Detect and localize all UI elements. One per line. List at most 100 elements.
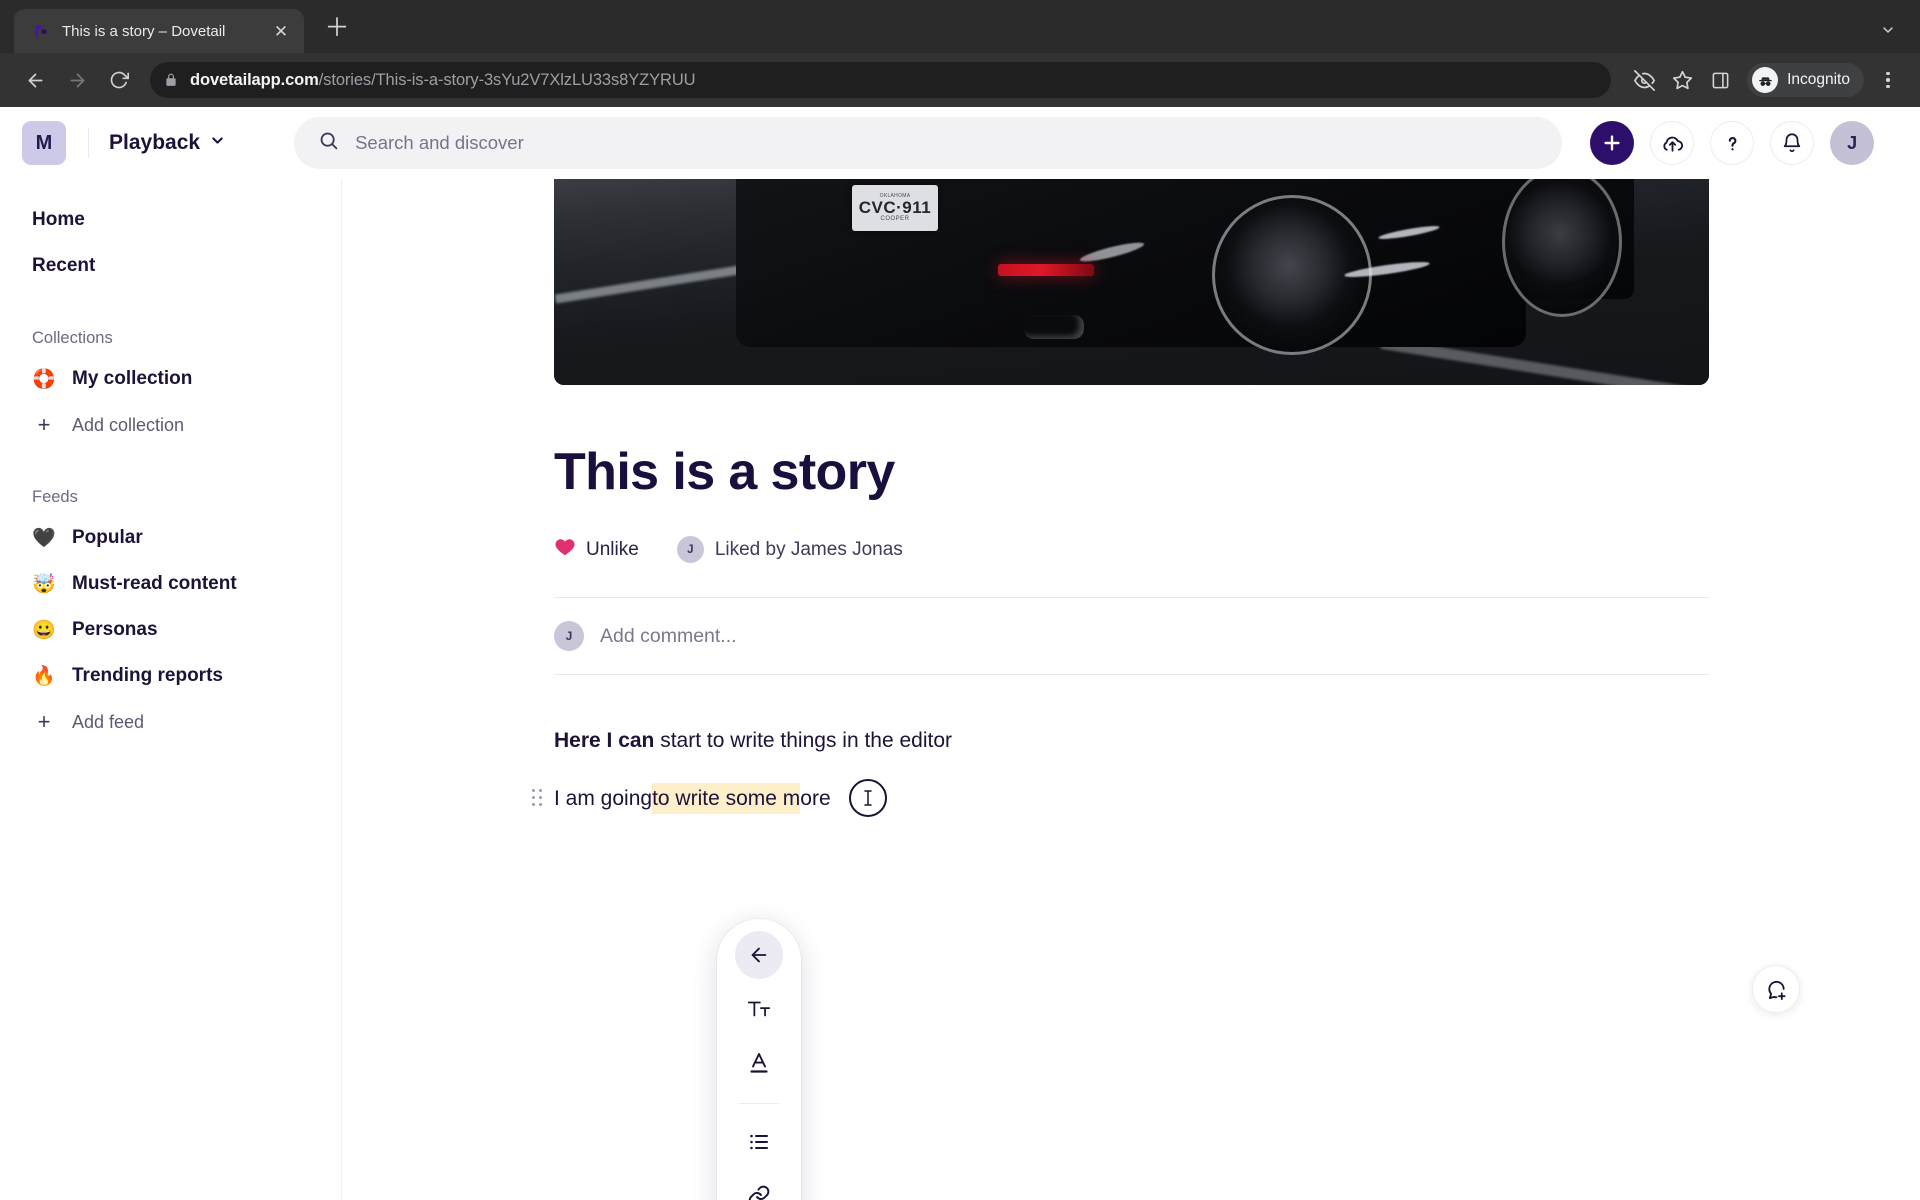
add-comment-input[interactable]: J Add comment... (554, 597, 1709, 675)
project-switcher[interactable]: Playback (109, 131, 226, 155)
page-title: This is a story (554, 443, 895, 501)
add-collection-button[interactable]: + Add collection (0, 402, 341, 448)
header-divider (88, 128, 89, 158)
chevron-down-icon (209, 131, 226, 155)
sidebar-item-label: Personas (72, 619, 158, 640)
sidebar-item-my-collection[interactable]: 🛟 My collection (0, 356, 341, 402)
sidebar-item-label: Must-read content (72, 573, 237, 594)
lifebuoy-icon: 🛟 (32, 368, 56, 390)
workspace-avatar[interactable]: M (22, 121, 66, 165)
add-feed-button[interactable]: + Add feed (0, 699, 341, 745)
reload-button[interactable] (100, 61, 138, 99)
comment-placeholder: Add comment... (600, 624, 737, 647)
address-bar[interactable]: dovetailapp.com/stories/This-is-a-story-… (150, 62, 1612, 98)
add-button[interactable] (1590, 121, 1635, 165)
close-icon[interactable]: ✕ (270, 20, 292, 42)
url-path: /stories/This-is-a-story-3sYu2V7XlzLU33s… (318, 70, 696, 89)
car-tail-light (998, 264, 1094, 276)
editor-paragraph[interactable]: Here I can start to write things in the … (554, 725, 1709, 757)
sidebar-item-label: Recent (32, 255, 96, 276)
sidebar-section-feeds: Feeds (32, 488, 78, 506)
help-button[interactable] (1710, 121, 1755, 165)
toolbar-list-button[interactable] (735, 1118, 783, 1166)
add-comment-button[interactable] (1752, 965, 1800, 1013)
editor-text: start to write things in the editor (654, 729, 953, 752)
plus-icon: + (37, 709, 51, 734)
heart-filled-icon (554, 536, 576, 563)
formatting-toolbar (717, 919, 801, 1200)
sidebar-item-label: My collection (72, 368, 193, 389)
story-editor[interactable]: Here I can start to write things in the … (532, 725, 1709, 818)
sidebar: Home Recent Collections 🛟 My collection … (0, 179, 342, 1200)
fire-icon: 🔥 (32, 665, 56, 687)
new-tab-button[interactable]: ＋ (322, 13, 352, 43)
add-feed-label: Add feed (72, 711, 145, 732)
app-header: M Playback Search and discover J (0, 107, 1920, 179)
car-exhaust (1024, 315, 1084, 339)
dovetail-app: M Playback Search and discover J Home Re… (0, 107, 1920, 1200)
incognito-icon (1752, 67, 1779, 93)
sidebar-item-popular[interactable]: 🖤 Popular (0, 515, 341, 561)
editor-selected-text: to write some m (652, 782, 801, 814)
exploding-head-icon: 🤯 (32, 573, 56, 595)
app-body: Home Recent Collections 🛟 My collection … (0, 179, 1920, 1200)
search-input[interactable]: Search and discover (294, 117, 1563, 169)
story-content: OKLAHOMA CVC·911 COOPER This is a story … (532, 179, 1709, 818)
toolbar-divider (739, 1103, 779, 1104)
sidebar-item-trending-reports[interactable]: 🔥 Trending reports (0, 653, 341, 699)
incognito-indicator[interactable]: Incognito (1747, 63, 1864, 97)
sidebar-item-home[interactable]: Home (0, 197, 341, 243)
like-row: Unlike J Liked by James Jonas (554, 536, 1709, 563)
forward-button[interactable] (58, 61, 96, 99)
address-bar-url: dovetailapp.com/stories/This-is-a-story-… (190, 71, 695, 90)
search-placeholder: Search and discover (355, 132, 524, 153)
chevron-down-icon[interactable] (1880, 22, 1896, 42)
sidebar-item-label: Popular (72, 527, 143, 548)
license-plate-county: COOPER (880, 216, 910, 222)
user-avatar[interactable]: J (1830, 121, 1875, 165)
toolbar-back-button[interactable] (735, 931, 783, 979)
story-cover-image: OKLAHOMA CVC·911 COOPER (554, 179, 1709, 385)
editor-paragraph[interactable]: I am going to write some m ore (532, 779, 1709, 818)
license-plate: OKLAHOMA CVC·911 COOPER (852, 185, 938, 231)
license-plate-number: CVC·911 (858, 198, 932, 217)
toolbar-link-button[interactable] (735, 1172, 783, 1200)
toolbar-text-color-button[interactable] (735, 1039, 783, 1087)
tab-title: This is a story – Dovetail (62, 22, 226, 40)
kebab-menu-icon[interactable] (1872, 63, 1904, 97)
toolbar-text-style-button[interactable] (735, 985, 783, 1033)
liked-by[interactable]: J Liked by James Jonas (676, 536, 903, 563)
incognito-label: Incognito (1787, 71, 1850, 88)
browser-toolbar: dovetailapp.com/stories/This-is-a-story-… (0, 53, 1920, 107)
add-collection-label: Add collection (72, 414, 185, 435)
sidebar-item-recent[interactable]: Recent (0, 243, 341, 289)
avatar: J (554, 621, 584, 651)
tab-strip: This is a story – Dovetail ✕ ＋ (0, 0, 1920, 53)
editor-text: ore (800, 786, 831, 810)
sidebar-item-must-read-content[interactable]: 🤯 Must-read content (0, 561, 341, 607)
browser-tab[interactable]: This is a story – Dovetail ✕ (14, 9, 304, 53)
sidebar-item-personas[interactable]: 😀 Personas (0, 607, 341, 653)
unlike-button[interactable]: Unlike (554, 536, 639, 563)
sidebar-item-label: Home (32, 209, 85, 230)
dovetail-logo-icon (30, 21, 50, 41)
liked-by-label: Liked by James Jonas (714, 538, 903, 560)
eye-slash-icon[interactable] (1627, 63, 1661, 97)
sidebar-item-label: Trending reports (72, 665, 223, 686)
project-switcher-label: Playback (109, 131, 201, 154)
upload-button[interactable] (1650, 121, 1695, 165)
text-cursor (849, 779, 887, 818)
story-main: OKLAHOMA CVC·911 COOPER This is a story … (342, 179, 1920, 1200)
editor-text: I am going (554, 786, 653, 810)
star-icon[interactable] (1665, 63, 1699, 97)
smiley-icon: 😀 (32, 619, 56, 641)
lock-icon (164, 73, 178, 87)
side-panel-icon[interactable] (1703, 63, 1737, 97)
drag-handle-icon[interactable] (532, 789, 543, 807)
notifications-button[interactable] (1770, 121, 1815, 165)
flame-dark-icon: 🖤 (32, 527, 56, 549)
back-button[interactable] (16, 61, 54, 99)
unlike-label: Unlike (586, 538, 639, 560)
header-actions: J (1590, 121, 1875, 165)
url-domain: dovetailapp.com (190, 70, 319, 89)
